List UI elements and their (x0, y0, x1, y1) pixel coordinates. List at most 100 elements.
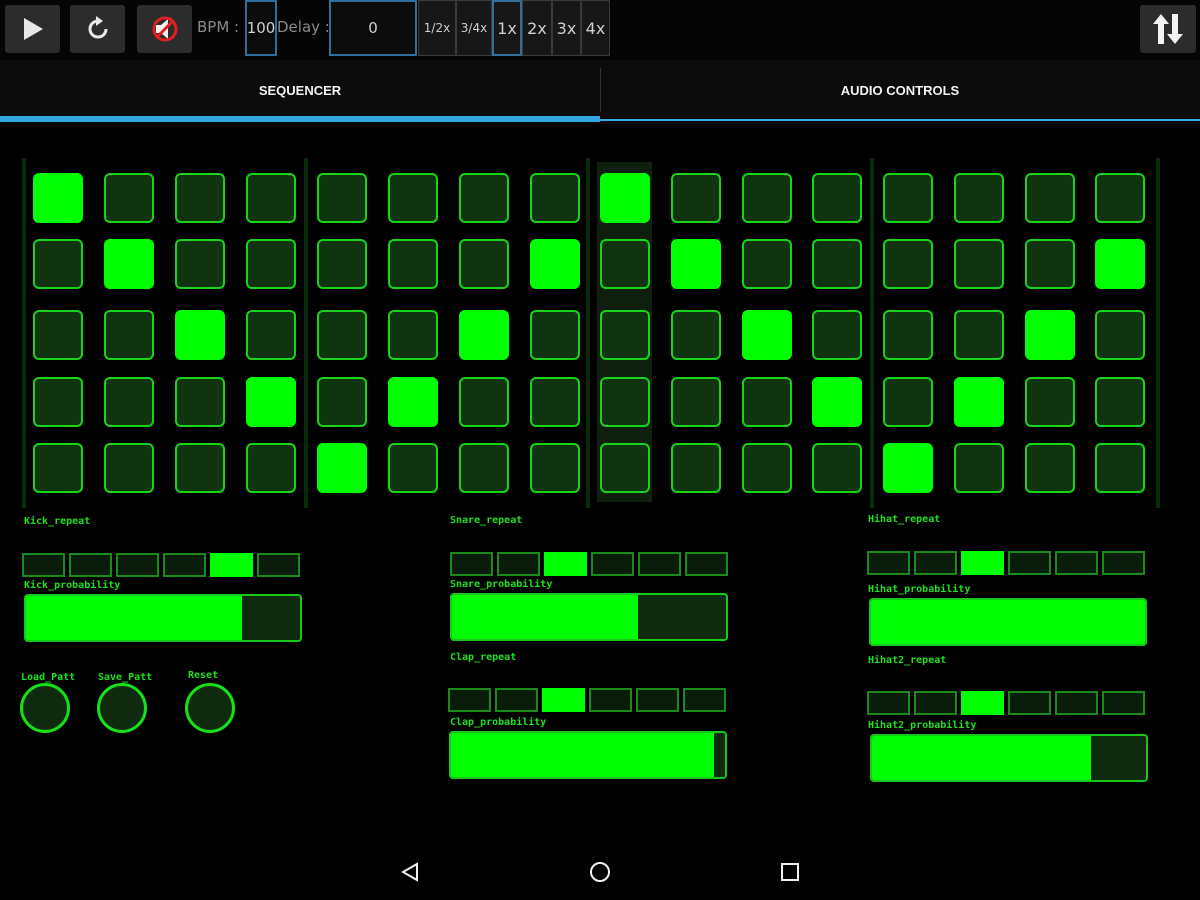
step-pad[interactable] (742, 377, 792, 427)
step-pad[interactable] (742, 443, 792, 493)
swap-button[interactable] (1140, 5, 1196, 53)
step-pad[interactable] (600, 239, 650, 289)
step-pad[interactable] (459, 377, 509, 427)
step-pad[interactable] (459, 239, 509, 289)
step-pad[interactable] (388, 310, 438, 360)
clap-probability-slider[interactable] (449, 731, 727, 779)
hihat2-repeat-option[interactable] (914, 691, 957, 715)
step-pad[interactable] (600, 377, 650, 427)
save-pattern-button[interactable] (97, 683, 147, 733)
kick-probability-slider[interactable] (24, 594, 302, 642)
step-pad[interactable] (33, 443, 83, 493)
step-pad[interactable] (1095, 443, 1145, 493)
step-pad[interactable] (317, 239, 367, 289)
step-pad[interactable] (883, 377, 933, 427)
step-pad[interactable] (954, 173, 1004, 223)
step-pad[interactable] (33, 310, 83, 360)
step-pad[interactable] (812, 310, 862, 360)
step-pad[interactable] (388, 443, 438, 493)
step-pad[interactable] (459, 443, 509, 493)
hihat2-repeat-option[interactable] (1008, 691, 1051, 715)
hihat-probability-slider[interactable] (869, 598, 1147, 646)
step-pad[interactable] (671, 310, 721, 360)
hihat2-repeat-option[interactable] (1102, 691, 1145, 715)
step-pad[interactable] (742, 173, 792, 223)
hihat2-repeat-option[interactable] (1055, 691, 1098, 715)
step-pad[interactable] (388, 239, 438, 289)
step-pad[interactable] (1095, 310, 1145, 360)
step-pad[interactable] (1095, 377, 1145, 427)
step-pad[interactable] (175, 377, 225, 427)
kick-repeat-option[interactable] (210, 553, 253, 577)
clap-repeat-option[interactable] (589, 688, 632, 712)
multiplier-1x-button[interactable]: 1x (492, 0, 522, 56)
step-pad[interactable] (812, 239, 862, 289)
step-pad[interactable] (104, 377, 154, 427)
multiplier-4x-button[interactable]: 4x (581, 0, 610, 56)
delay-half-button[interactable]: 1/2x (418, 0, 456, 56)
step-pad[interactable] (1025, 239, 1075, 289)
clap-repeat-option[interactable] (542, 688, 585, 712)
snare-repeat-option[interactable] (685, 552, 728, 576)
hihat2-probability-slider[interactable] (870, 734, 1148, 782)
step-pad[interactable] (954, 239, 1004, 289)
step-pad[interactable] (1095, 173, 1145, 223)
step-pad[interactable] (1025, 377, 1075, 427)
tab-audio-controls[interactable]: AUDIO CONTROLS (600, 60, 1200, 120)
kick-repeat-option[interactable] (257, 553, 300, 577)
nav-recents-button[interactable] (774, 856, 806, 888)
hihat-repeat-option[interactable] (961, 551, 1004, 575)
step-pad[interactable] (671, 443, 721, 493)
step-pad[interactable] (600, 310, 650, 360)
delay-three-quarter-button[interactable]: 3/4x (456, 0, 492, 56)
multiplier-3x-button[interactable]: 3x (552, 0, 581, 56)
step-pad[interactable] (883, 310, 933, 360)
step-pad[interactable] (246, 239, 296, 289)
step-pad[interactable] (812, 173, 862, 223)
step-pad[interactable] (246, 443, 296, 493)
step-pad[interactable] (600, 173, 650, 223)
step-pad[interactable] (883, 173, 933, 223)
snare-repeat-option[interactable] (497, 552, 540, 576)
step-pad[interactable] (600, 443, 650, 493)
snare-repeat-option[interactable] (544, 552, 587, 576)
step-pad[interactable] (812, 377, 862, 427)
play-button[interactable] (5, 5, 60, 53)
step-pad[interactable] (954, 310, 1004, 360)
kick-repeat-option[interactable] (69, 553, 112, 577)
step-pad[interactable] (530, 443, 580, 493)
step-pad[interactable] (317, 443, 367, 493)
step-pad[interactable] (317, 173, 367, 223)
nav-back-button[interactable] (394, 856, 426, 888)
step-pad[interactable] (175, 239, 225, 289)
snare-repeat-option[interactable] (450, 552, 493, 576)
step-pad[interactable] (1095, 239, 1145, 289)
hihat2-repeat-option[interactable] (961, 691, 1004, 715)
bpm-input[interactable]: 100 (245, 0, 277, 56)
kick-repeat-option[interactable] (116, 553, 159, 577)
step-pad[interactable] (104, 239, 154, 289)
step-pad[interactable] (33, 173, 83, 223)
step-pad[interactable] (317, 310, 367, 360)
hihat-repeat-option[interactable] (1008, 551, 1051, 575)
step-pad[interactable] (1025, 173, 1075, 223)
step-pad[interactable] (246, 377, 296, 427)
hihat2-repeat-option[interactable] (867, 691, 910, 715)
step-pad[interactable] (33, 377, 83, 427)
snare-repeat-option[interactable] (638, 552, 681, 576)
hihat-repeat-option[interactable] (1055, 551, 1098, 575)
load-pattern-button[interactable] (20, 683, 70, 733)
step-pad[interactable] (104, 173, 154, 223)
step-pad[interactable] (175, 310, 225, 360)
step-pad[interactable] (175, 173, 225, 223)
step-pad[interactable] (388, 173, 438, 223)
nav-home-button[interactable] (584, 856, 616, 888)
step-pad[interactable] (671, 173, 721, 223)
clap-repeat-option[interactable] (636, 688, 679, 712)
step-pad[interactable] (954, 443, 1004, 493)
step-pad[interactable] (671, 377, 721, 427)
step-pad[interactable] (104, 310, 154, 360)
step-pad[interactable] (954, 377, 1004, 427)
kick-repeat-option[interactable] (163, 553, 206, 577)
step-pad[interactable] (388, 377, 438, 427)
